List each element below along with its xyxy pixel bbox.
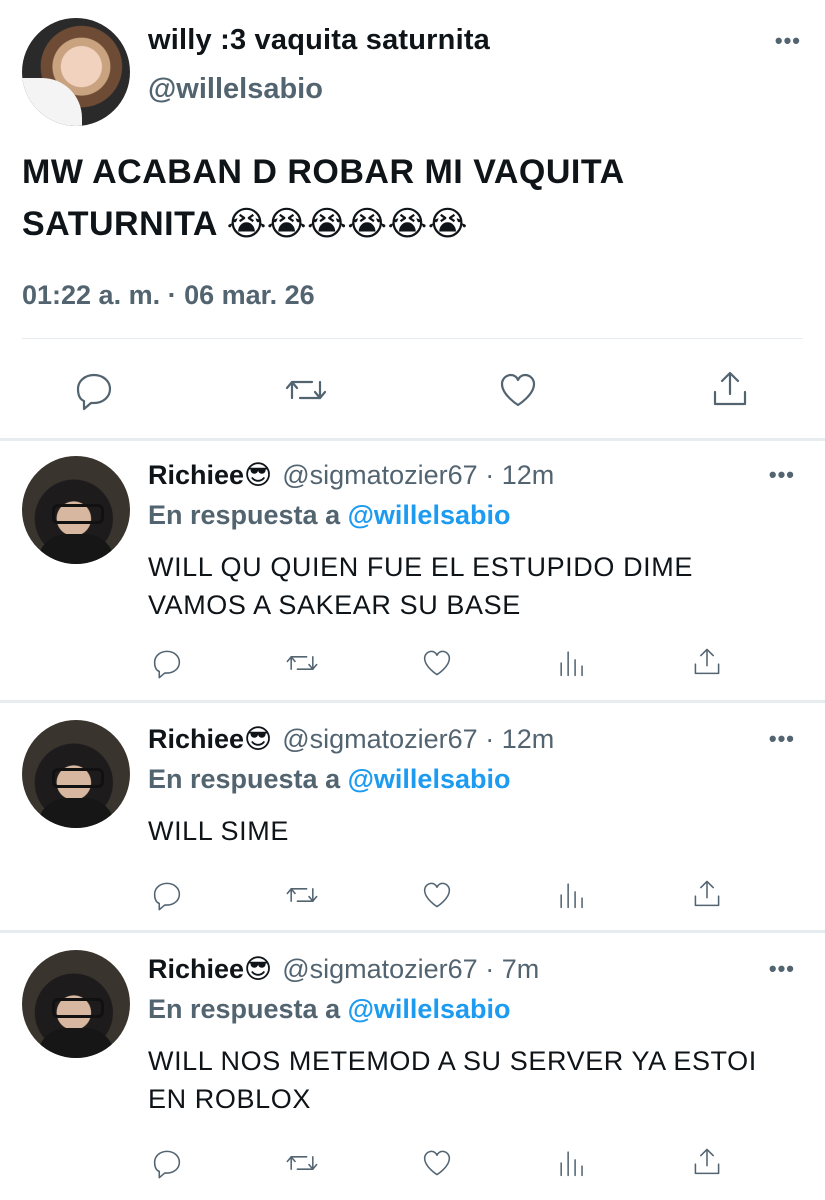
reply-time[interactable]: 12m (502, 724, 555, 754)
reply-icon[interactable] (150, 646, 184, 680)
replying-to-prefix: En respuesta a (148, 764, 348, 794)
reply-separator-dot: · (477, 954, 502, 984)
reply-tweet[interactable]: Richiee😎 @sigmatozier67 · 12m ••• En resp… (0, 456, 825, 696)
reply-text: WILL QU QUIEN FUE EL ESTUPIDO DIME VAMOS… (148, 552, 693, 620)
main-action-bar (0, 360, 825, 420)
retweet-icon[interactable] (284, 1146, 320, 1180)
reply-icon[interactable] (150, 878, 184, 912)
reply-header: Richiee😎 @sigmatozier67 · 12m (148, 724, 554, 755)
replying-to-prefix: En respuesta a (148, 500, 348, 530)
replying-to-user-link[interactable]: @willelsabio (348, 500, 511, 530)
reply-time[interactable]: 12m (502, 460, 555, 490)
reply-header: Richiee😎 @sigmatozier67 · 7m (148, 954, 539, 985)
reply-handle[interactable]: @sigmatozier67 (282, 460, 478, 490)
share-icon[interactable] (690, 644, 724, 678)
reply-avatar[interactable] (22, 950, 130, 1058)
like-icon[interactable] (420, 646, 454, 680)
reply-header: Richiee😎 @sigmatozier67 · 12m (148, 460, 554, 491)
analytics-icon[interactable] (555, 646, 589, 680)
reply-avatar[interactable] (22, 720, 130, 828)
reply-separator-dot: · (477, 724, 502, 754)
share-icon[interactable] (690, 876, 724, 910)
replying-to-user-link[interactable]: @willelsabio (348, 994, 511, 1024)
like-icon[interactable] (496, 368, 540, 412)
analytics-icon[interactable] (555, 878, 589, 912)
divider (0, 438, 825, 441)
reply-text: WILL SIME (148, 816, 289, 846)
main-tweet-text: MW ACABAN D ROBAR MI VAQUITA SATURNITA 😭… (22, 153, 624, 243)
main-divider (22, 338, 803, 339)
reply-text: WILL NOS METEMOD A SU SERVER YA ESTOI EN… (148, 1046, 757, 1114)
reply-display-name[interactable]: Richiee😎 (148, 954, 272, 984)
retweet-icon[interactable] (284, 646, 320, 680)
reply-time[interactable]: 7m (502, 954, 540, 984)
reply-display-name[interactable]: Richiee😎 (148, 460, 272, 490)
like-icon[interactable] (420, 878, 454, 912)
main-avatar[interactable] (22, 18, 130, 126)
replying-to: En respuesta a @willelsabio (148, 500, 510, 531)
reply-display-name[interactable]: Richiee😎 (148, 724, 272, 754)
replying-to: En respuesta a @willelsabio (148, 994, 510, 1025)
main-tweet: willy :3 vaquita saturnita @willelsabio … (0, 0, 825, 440)
ellipsis-icon[interactable]: ••• (769, 728, 795, 750)
reply-icon[interactable] (150, 1146, 184, 1180)
replying-to-prefix: En respuesta a (148, 994, 348, 1024)
ellipsis-icon[interactable]: ••• (775, 30, 801, 52)
main-display-name[interactable]: willy :3 vaquita saturnita (148, 24, 490, 57)
reply-action-bar (0, 878, 825, 922)
replying-to: En respuesta a @willelsabio (148, 764, 510, 795)
like-icon[interactable] (420, 1146, 454, 1180)
reply-handle[interactable]: @sigmatozier67 (282, 954, 478, 984)
reply-avatar[interactable] (22, 456, 130, 564)
ellipsis-icon[interactable]: ••• (769, 958, 795, 980)
divider (0, 700, 825, 703)
main-timestamp[interactable]: 01:22 a. m. · 06 mar. 26 (22, 280, 315, 311)
divider (0, 930, 825, 933)
share-icon[interactable] (690, 1144, 724, 1178)
replying-to-user-link[interactable]: @willelsabio (348, 764, 511, 794)
reply-action-bar (0, 1146, 825, 1190)
reply-tweet[interactable]: Richiee😎 @sigmatozier67 · 12m ••• En resp… (0, 720, 825, 930)
analytics-icon[interactable] (555, 1146, 589, 1180)
share-icon[interactable] (708, 366, 752, 410)
reply-icon[interactable] (72, 368, 116, 412)
main-handle[interactable]: @willelsabio (148, 73, 323, 106)
reply-separator-dot: · (477, 460, 502, 490)
ellipsis-icon[interactable]: ••• (769, 464, 795, 486)
retweet-icon[interactable] (283, 368, 329, 412)
reply-tweet[interactable]: Richiee😎 @sigmatozier67 · 7m ••• En respu… (0, 950, 825, 1200)
retweet-icon[interactable] (284, 878, 320, 912)
reply-handle[interactable]: @sigmatozier67 (282, 724, 478, 754)
reply-action-bar (0, 646, 825, 690)
